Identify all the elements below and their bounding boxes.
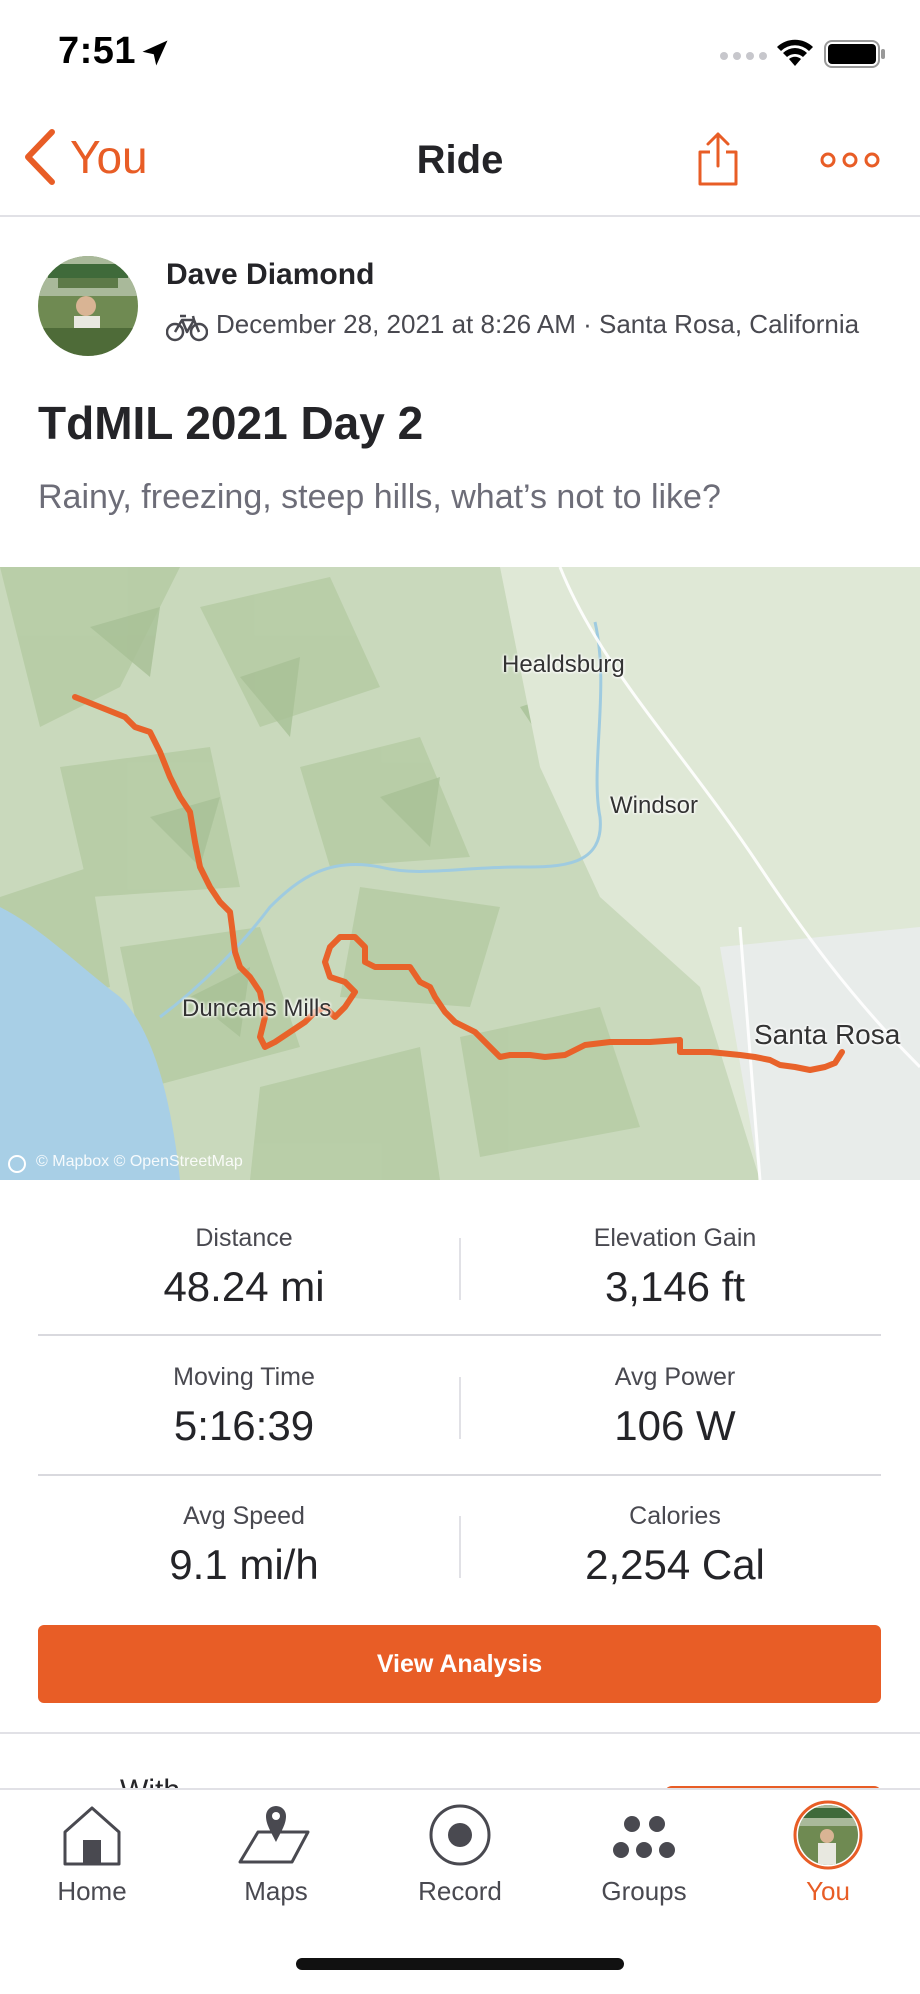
tab-you[interactable]: You <box>736 1800 920 1907</box>
map-pin-icon <box>238 1806 310 1864</box>
stat-value: 48.24 mi <box>163 1263 325 1310</box>
tab-label: You <box>806 1876 850 1906</box>
stat-elevation-gain: Elevation Gain 3,146 ft <box>465 1224 885 1311</box>
nav-divider <box>0 215 920 217</box>
map-label-duncans-mills: Duncans Mills <box>182 995 332 1022</box>
activity-title: TdMIL 2021 Day 2 <box>38 397 424 449</box>
map-label-windsor: Windsor <box>610 792 699 819</box>
map-label-healdsburg: Healdsburg <box>502 651 625 678</box>
status-time: 7:51 <box>58 30 137 72</box>
map-label-santa-rosa: Santa Rosa <box>754 1019 901 1050</box>
stat-divider <box>459 1238 461 1300</box>
stat-label: Avg Power <box>614 1363 736 1391</box>
more-options-icon[interactable] <box>820 152 880 168</box>
stat-value: 3,146 ft <box>604 1263 746 1310</box>
stat-label: Calories <box>629 1502 721 1530</box>
view-analysis-button[interactable]: View Analysis <box>38 1625 881 1703</box>
groups-icon <box>613 1816 675 1858</box>
route-map[interactable]: Healdsburg Windsor Duncans Mills Santa R… <box>0 566 920 1181</box>
stat-value: 9.1 mi/h <box>169 1541 319 1588</box>
row-divider <box>38 1334 881 1336</box>
home-indicator <box>296 1958 624 1970</box>
stat-value: 106 W <box>614 1402 736 1449</box>
stat-distance: Distance 48.24 mi <box>34 1224 454 1311</box>
activity-description: Rainy, freezing, steep hills, what’s not… <box>38 478 721 516</box>
stat-value: 2,254 Cal <box>585 1541 765 1588</box>
athlete-avatar[interactable] <box>38 256 138 356</box>
share-icon[interactable] <box>696 130 740 188</box>
tab-label: Groups <box>601 1876 687 1906</box>
map-canvas <box>0 566 920 1181</box>
athlete-name[interactable]: Dave Diamond <box>166 258 374 292</box>
page-title: Ride <box>416 138 504 182</box>
tab-label: Maps <box>244 1876 308 1906</box>
location-arrow-icon <box>142 40 168 66</box>
tab-maps[interactable]: Maps <box>184 1800 368 1907</box>
stat-label: Elevation Gain <box>593 1224 757 1252</box>
stat-avg-speed: Avg Speed 9.1 mi/h <box>34 1502 454 1589</box>
tab-record[interactable]: Record <box>368 1800 552 1907</box>
stat-label: Moving Time <box>173 1363 315 1391</box>
stat-value: 5:16:39 <box>173 1402 315 1449</box>
stat-divider <box>459 1377 461 1439</box>
stat-moving-time: Moving Time 5:16:39 <box>34 1363 454 1450</box>
cellular-signal-icon <box>720 52 767 60</box>
section-divider <box>0 1732 920 1734</box>
tab-label: Record <box>418 1876 502 1906</box>
bike-icon <box>166 314 208 342</box>
wifi-icon <box>777 39 813 66</box>
avatar-photo <box>38 256 138 356</box>
stat-divider <box>459 1516 461 1578</box>
tab-home[interactable]: Home <box>0 1800 184 1907</box>
stat-label: Distance <box>195 1224 293 1252</box>
stat-label: Avg Speed <box>183 1502 305 1530</box>
stat-avg-power: Avg Power 106 W <box>465 1363 885 1450</box>
battery-icon <box>824 40 885 68</box>
mapbox-logo-icon <box>8 1155 26 1173</box>
tab-groups[interactable]: Groups <box>552 1800 736 1907</box>
row-divider <box>38 1474 881 1476</box>
record-icon <box>429 1804 491 1866</box>
home-icon <box>63 1806 121 1866</box>
avatar-icon <box>793 1800 863 1870</box>
tab-label: Home <box>57 1876 127 1906</box>
map-attribution[interactable]: © Mapbox © OpenStreetMap <box>36 1153 243 1171</box>
stat-calories: Calories 2,254 Cal <box>465 1502 885 1589</box>
activity-meta: December 28, 2021 at 8:26 AM · Santa Ros… <box>216 309 860 339</box>
